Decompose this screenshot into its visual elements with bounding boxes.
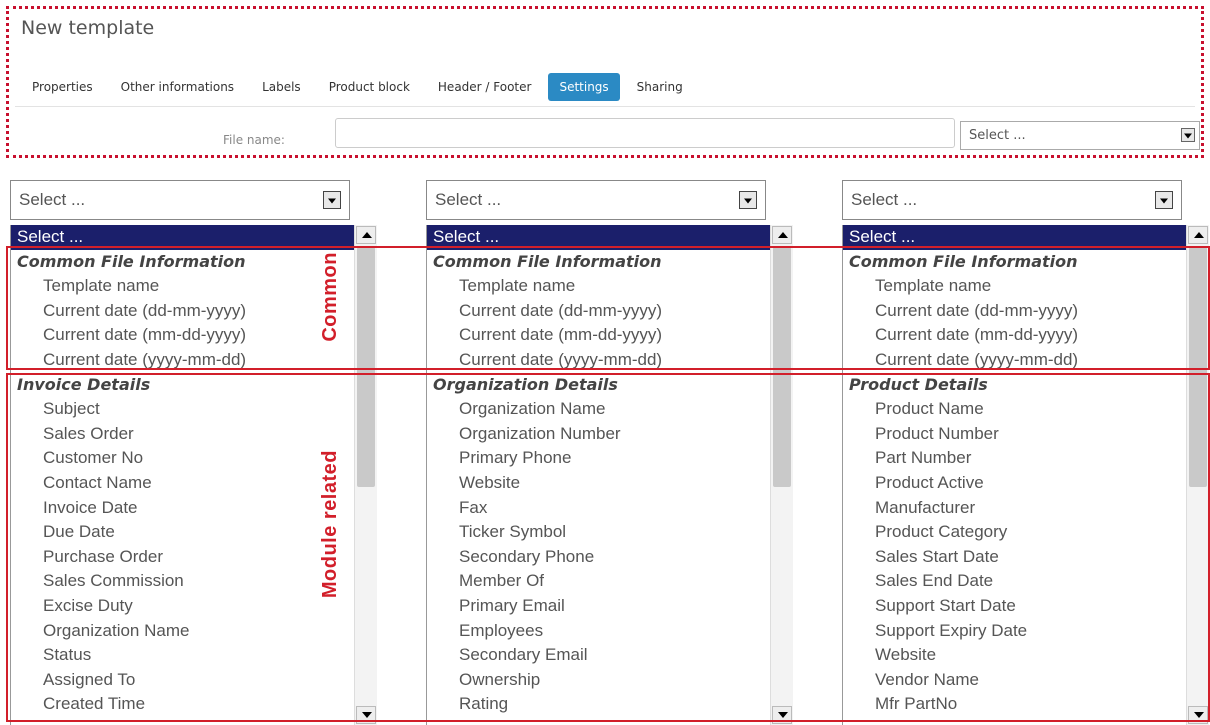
- scrollbar-thumb[interactable]: [773, 247, 791, 487]
- option-selected[interactable]: Select ...: [11, 225, 377, 250]
- chevron-down-icon[interactable]: [323, 191, 341, 209]
- module-annotation-label: Module related: [319, 450, 341, 599]
- list-item[interactable]: Organization Name: [11, 619, 377, 644]
- list-item[interactable]: Current date (dd-mm-yyyy): [427, 299, 793, 324]
- list-item[interactable]: Secondary Phone: [427, 545, 793, 570]
- scroll-down-arrow-icon[interactable]: [772, 706, 792, 724]
- list-item[interactable]: Current date (mm-dd-yyyy): [843, 323, 1209, 348]
- list-item[interactable]: Subject: [11, 397, 377, 422]
- list-item[interactable]: Ownership: [427, 668, 793, 693]
- list-item[interactable]: Current date (yyyy-mm-dd): [11, 348, 377, 373]
- list-item[interactable]: Created Time: [11, 692, 377, 717]
- chevron-down-icon[interactable]: [1155, 191, 1173, 209]
- scroll-up-arrow-icon[interactable]: [1188, 226, 1208, 244]
- field-select-value: Select ...: [19, 190, 86, 209]
- list-item[interactable]: Mfr PartNo: [843, 692, 1209, 717]
- option-group-common: Common File Information: [849, 251, 1078, 271]
- list-item[interactable]: Organization Number: [427, 422, 793, 447]
- tab-labels[interactable]: Labels: [251, 73, 312, 101]
- common-annotation-label: Common: [319, 252, 341, 342]
- tab-properties[interactable]: Properties: [21, 73, 104, 101]
- field-select-value: Select ...: [435, 190, 502, 209]
- field-select-value: Select ...: [851, 190, 918, 209]
- option-selected[interactable]: Select ...: [843, 225, 1209, 250]
- tab-bar: Properties Other informations Labels Pro…: [21, 71, 700, 103]
- list-item[interactable]: Secondary Email: [427, 643, 793, 668]
- list-item[interactable]: Current date (dd-mm-yyyy): [843, 299, 1209, 324]
- list-item[interactable]: Primary Phone: [427, 446, 793, 471]
- list-item[interactable]: Assigned To: [11, 668, 377, 693]
- list-item[interactable]: Ticker Symbol: [427, 520, 793, 545]
- field-select-collapsed[interactable]: Select ...: [426, 180, 766, 220]
- list-item[interactable]: Product Category: [843, 520, 1209, 545]
- option-group-common: Common File Information: [433, 251, 662, 271]
- list-item[interactable]: Rating: [427, 692, 793, 717]
- tabs-divider: [15, 106, 1195, 107]
- list-item[interactable]: Support Expiry Date: [843, 619, 1209, 644]
- option-group-module: Product Details: [849, 374, 988, 394]
- list-item[interactable]: Product Number: [843, 422, 1209, 447]
- list-item[interactable]: Status: [11, 643, 377, 668]
- list-item[interactable]: Vendor Name: [843, 668, 1209, 693]
- field-select-collapsed[interactable]: Select ...: [842, 180, 1182, 220]
- list-item[interactable]: Fax: [427, 496, 793, 521]
- option-group-module: Invoice Details: [17, 374, 151, 394]
- list-item[interactable]: Organization Name: [427, 397, 793, 422]
- list-scrollbar[interactable]: [1186, 225, 1209, 725]
- option-group-module: Organization Details: [433, 374, 618, 394]
- list-item[interactable]: Current date (mm-dd-yyyy): [427, 323, 793, 348]
- list-item[interactable]: Sales End Date: [843, 569, 1209, 594]
- option-selected[interactable]: Select ...: [427, 225, 793, 250]
- chevron-down-icon[interactable]: [1181, 128, 1195, 142]
- tab-header-footer[interactable]: Header / Footer: [427, 73, 543, 101]
- list-item[interactable]: Current date (yyyy-mm-dd): [427, 348, 793, 373]
- scroll-up-arrow-icon[interactable]: [356, 226, 376, 244]
- scroll-up-arrow-icon[interactable]: [772, 226, 792, 244]
- field-options-list[interactable]: Select ... Common File Information Templ…: [842, 225, 1209, 725]
- field-select-collapsed[interactable]: Select ...: [10, 180, 350, 220]
- list-item[interactable]: Template name: [843, 274, 1209, 299]
- tab-product-block[interactable]: Product block: [318, 73, 421, 101]
- file-name-field-select-value: Select ...: [969, 128, 1026, 143]
- tab-sharing[interactable]: Sharing: [626, 73, 694, 101]
- list-item[interactable]: Employees: [427, 619, 793, 644]
- list-item[interactable]: Sales Start Date: [843, 545, 1209, 570]
- scrollbar-thumb[interactable]: [1189, 247, 1207, 487]
- tab-settings[interactable]: Settings: [548, 73, 620, 101]
- scroll-down-arrow-icon[interactable]: [356, 706, 376, 724]
- field-options-list[interactable]: Select ... Common File Information Templ…: [426, 225, 793, 725]
- list-item[interactable]: Manufacturer: [843, 496, 1209, 521]
- list-item[interactable]: Sales Order: [11, 422, 377, 447]
- list-item[interactable]: Primary Email: [427, 594, 793, 619]
- list-item[interactable]: Support Start Date: [843, 594, 1209, 619]
- list-item[interactable]: Member Of: [427, 569, 793, 594]
- list-item[interactable]: Website: [843, 643, 1209, 668]
- list-item[interactable]: Product Active: [843, 471, 1209, 496]
- list-item[interactable]: Template name: [427, 274, 793, 299]
- list-item[interactable]: Website: [427, 471, 793, 496]
- page-title: New template: [21, 17, 155, 39]
- list-item[interactable]: Current date (yyyy-mm-dd): [843, 348, 1209, 373]
- list-item[interactable]: Product Name: [843, 397, 1209, 422]
- file-name-input[interactable]: [335, 118, 955, 148]
- list-scrollbar[interactable]: [770, 225, 793, 725]
- tab-other-informations[interactable]: Other informations: [110, 73, 245, 101]
- scrollbar-thumb[interactable]: [357, 247, 375, 487]
- template-editor-panel: New template Properties Other informatio…: [6, 6, 1204, 158]
- file-name-field-select[interactable]: Select ...: [960, 121, 1200, 150]
- scroll-down-arrow-icon[interactable]: [1188, 706, 1208, 724]
- chevron-down-icon[interactable]: [739, 191, 757, 209]
- list-item[interactable]: Part Number: [843, 446, 1209, 471]
- file-name-label: File name:: [223, 133, 285, 147]
- list-scrollbar[interactable]: [354, 225, 377, 725]
